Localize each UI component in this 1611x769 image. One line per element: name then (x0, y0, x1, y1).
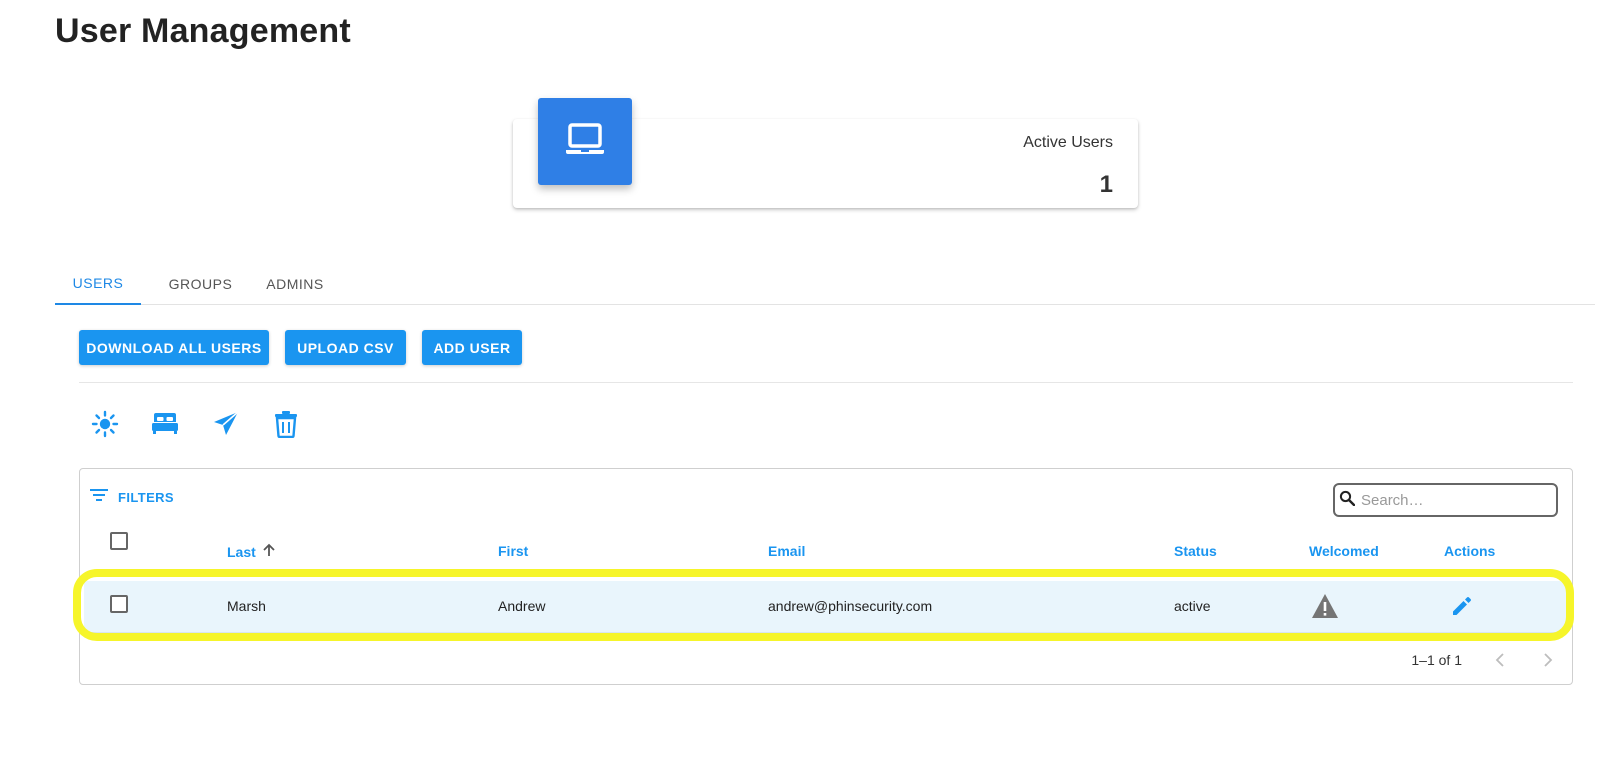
add-user-button[interactable]: ADD USER (422, 330, 522, 365)
column-header-status[interactable]: Status (1174, 543, 1217, 559)
download-all-users-button[interactable]: DOWNLOAD ALL USERS (79, 330, 269, 365)
select-all-checkbox[interactable] (110, 532, 128, 550)
filter-list-icon (90, 488, 108, 507)
stat-value: 1 (1099, 171, 1113, 198)
app-root: User Management Active Users 1 USERS GRO… (0, 0, 1611, 769)
column-header-email[interactable]: Email (768, 543, 805, 559)
upload-csv-button[interactable]: UPLOAD CSV (285, 330, 406, 365)
section-divider (79, 382, 1573, 383)
tab-bar: USERS GROUPS ADMINS (55, 262, 1595, 305)
column-header-first[interactable]: First (498, 543, 528, 559)
table-row[interactable]: Marsh Andrew andrew@phinsecurity.com act… (84, 581, 1568, 633)
column-header-actions[interactable]: Actions (1444, 543, 1495, 559)
send-icon[interactable] (210, 408, 242, 440)
stat-label: Active Users (1023, 134, 1113, 151)
stat-icon-box (538, 98, 632, 185)
chevron-right-icon[interactable] (1538, 650, 1558, 670)
warning-icon (1311, 593, 1339, 624)
tab-groups[interactable]: GROUPS (148, 262, 253, 305)
chevron-left-icon[interactable] (1490, 650, 1510, 670)
filters-label: FILTERS (118, 490, 174, 505)
sun-icon[interactable] (89, 408, 121, 440)
search-box (1333, 483, 1558, 517)
users-data-grid: FILTERS Last First Email Status (79, 468, 1573, 685)
cell-last: Marsh (227, 598, 266, 614)
filters-button[interactable]: FILTERS (90, 488, 174, 507)
cell-first: Andrew (498, 598, 546, 614)
trash-icon[interactable] (270, 408, 302, 440)
column-header-welcomed[interactable]: Welcomed (1309, 543, 1379, 559)
row-checkbox[interactable] (110, 595, 128, 613)
pagination-text: 1–1 of 1 (1411, 652, 1462, 668)
edit-icon[interactable] (1450, 594, 1474, 623)
page-title: User Management (55, 12, 351, 50)
search-icon (1339, 490, 1356, 511)
pagination: 1–1 of 1 (1411, 650, 1558, 670)
tab-users[interactable]: USERS (55, 262, 141, 305)
cell-email: andrew@phinsecurity.com (768, 598, 933, 614)
tab-admins[interactable]: ADMINS (242, 262, 348, 305)
bed-icon[interactable] (149, 408, 181, 440)
cell-status: active (1174, 598, 1211, 614)
search-input[interactable] (1361, 491, 1546, 509)
laptop-icon (564, 121, 606, 162)
column-header-last-label: Last (227, 543, 256, 560)
column-header-last[interactable]: Last (227, 543, 276, 560)
arrow-up-icon (262, 543, 276, 560)
